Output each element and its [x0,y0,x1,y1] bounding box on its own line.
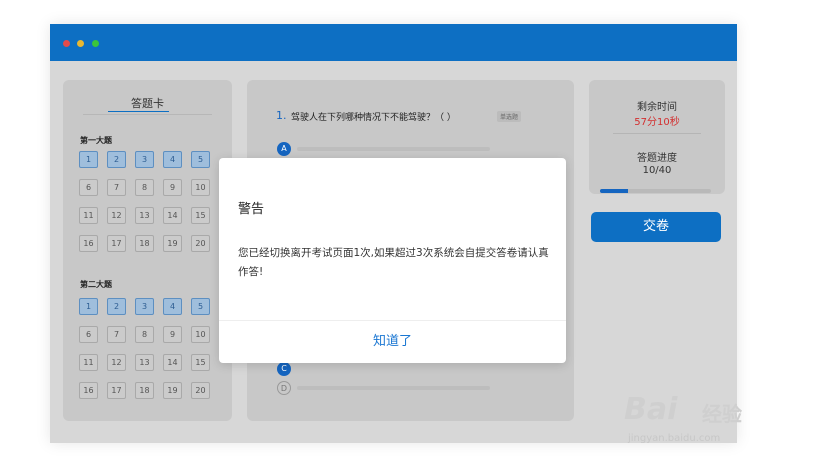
question-cell[interactable]: 19 [163,382,182,399]
question-cell[interactable]: 15 [191,354,210,371]
question-cell[interactable]: 9 [163,179,182,196]
question-cell[interactable]: 4 [163,298,182,315]
watermark-url: jingyan.baidu.com [628,433,721,444]
answer-card-panel: 答题卡 第一大题 1 2 3 4 5 6 7 8 9 10 11 12 13 14 15 16 17 18 19 20… [63,80,232,421]
question-cell[interactable]: 3 [135,151,154,168]
question-cell[interactable]: 17 [107,235,126,252]
option-d-text-placeholder[interactable] [297,386,490,390]
question-cell[interactable]: 9 [163,326,182,343]
status-divider [613,133,701,134]
watermark-logo-text: Bai [624,392,678,427]
progress-label: 答题进度 [637,153,677,164]
question-cell[interactable]: 1 [79,298,98,315]
question-cell[interactable]: 16 [79,382,98,399]
question-cell[interactable]: 11 [79,207,98,224]
question-cell[interactable]: 14 [163,354,182,371]
title-bar [50,24,737,61]
question-cell[interactable]: 20 [191,235,210,252]
close-window-dot[interactable] [63,40,70,47]
question-cell[interactable]: 1 [79,151,98,168]
answer-card-divider [83,114,212,115]
question-cell[interactable]: 14 [163,207,182,224]
question-cell[interactable]: 18 [135,235,154,252]
question-cell[interactable]: 6 [79,326,98,343]
baidu-jingyan-watermark: Bai 经验 jingyan.baidu.com [624,392,774,454]
question-cell[interactable]: 19 [163,235,182,252]
question-cell[interactable]: 8 [135,326,154,343]
question-cell[interactable]: 7 [107,326,126,343]
question-cell[interactable]: 13 [135,207,154,224]
question-cell[interactable]: 13 [135,354,154,371]
question-cell[interactable]: 10 [191,326,210,343]
question-type-tag: 单选题 [497,111,522,122]
submit-exam-button[interactable]: 交卷 [591,212,721,242]
option-d-radio[interactable]: D [277,381,291,395]
progress-bar-fill [600,189,628,193]
watermark-brand-text: 经验 [702,402,742,426]
progress-bar [600,189,711,193]
option-c-radio[interactable]: C [277,362,291,376]
question-cell[interactable]: 2 [107,298,126,315]
option-a-text-placeholder[interactable] [297,147,490,151]
option-a-radio[interactable]: A [277,142,291,156]
question-cell[interactable]: 4 [163,151,182,168]
question-cell[interactable]: 11 [79,354,98,371]
answer-card-title: 答题卡 [131,97,164,110]
status-panel: 剩余时间 57分10秒 答题进度 10/40 [589,80,725,194]
question-cell[interactable]: 18 [135,382,154,399]
question-cell[interactable]: 6 [79,179,98,196]
remaining-time-label: 剩余时间 [637,102,677,113]
question-cell[interactable]: 10 [191,179,210,196]
section-label-2: 第二大题 [80,280,112,289]
warning-dialog-message: 您已经切换离开考试页面1次,如果超过3次系统会自提交答卷请认真作答! [238,247,549,278]
acknowledge-button[interactable]: 知道了 [219,321,566,363]
question-cell[interactable]: 8 [135,179,154,196]
question-grid-1: 1 2 3 4 5 6 7 8 9 10 11 12 13 14 15 16 17 18 19 20 [79,151,210,252]
question-cell[interactable]: 16 [79,235,98,252]
question-cell[interactable]: 12 [107,354,126,371]
question-cell[interactable]: 12 [107,207,126,224]
section-label-1: 第一大题 [80,136,112,145]
question-cell[interactable]: 7 [107,179,126,196]
question-cell[interactable]: 15 [191,207,210,224]
warning-dialog: 警告 您已经切换离开考试页面1次,如果超过3次系统会自提交答卷请认真作答! 知道… [219,158,566,363]
question-cell[interactable]: 2 [107,151,126,168]
question-cell[interactable]: 20 [191,382,210,399]
minimize-window-dot[interactable] [77,40,84,47]
question-cell[interactable]: 5 [191,151,210,168]
warning-dialog-title: 警告 [238,202,265,217]
question-grid-2: 1 2 3 4 5 6 7 8 9 10 11 12 13 14 15 16 17 18 19 20 [79,298,210,399]
answer-card-title-underline [108,111,169,112]
question-text: 驾驶人在下列哪种情况下不能驾驶？（ ） [291,113,456,123]
question-cell[interactable]: 3 [135,298,154,315]
question-cell[interactable]: 17 [107,382,126,399]
question-cell[interactable]: 5 [191,298,210,315]
maximize-window-dot[interactable] [92,40,99,47]
remaining-time-value: 57分10秒 [634,117,680,128]
progress-value: 10/40 [642,165,672,176]
question-number: 1. [276,109,287,122]
